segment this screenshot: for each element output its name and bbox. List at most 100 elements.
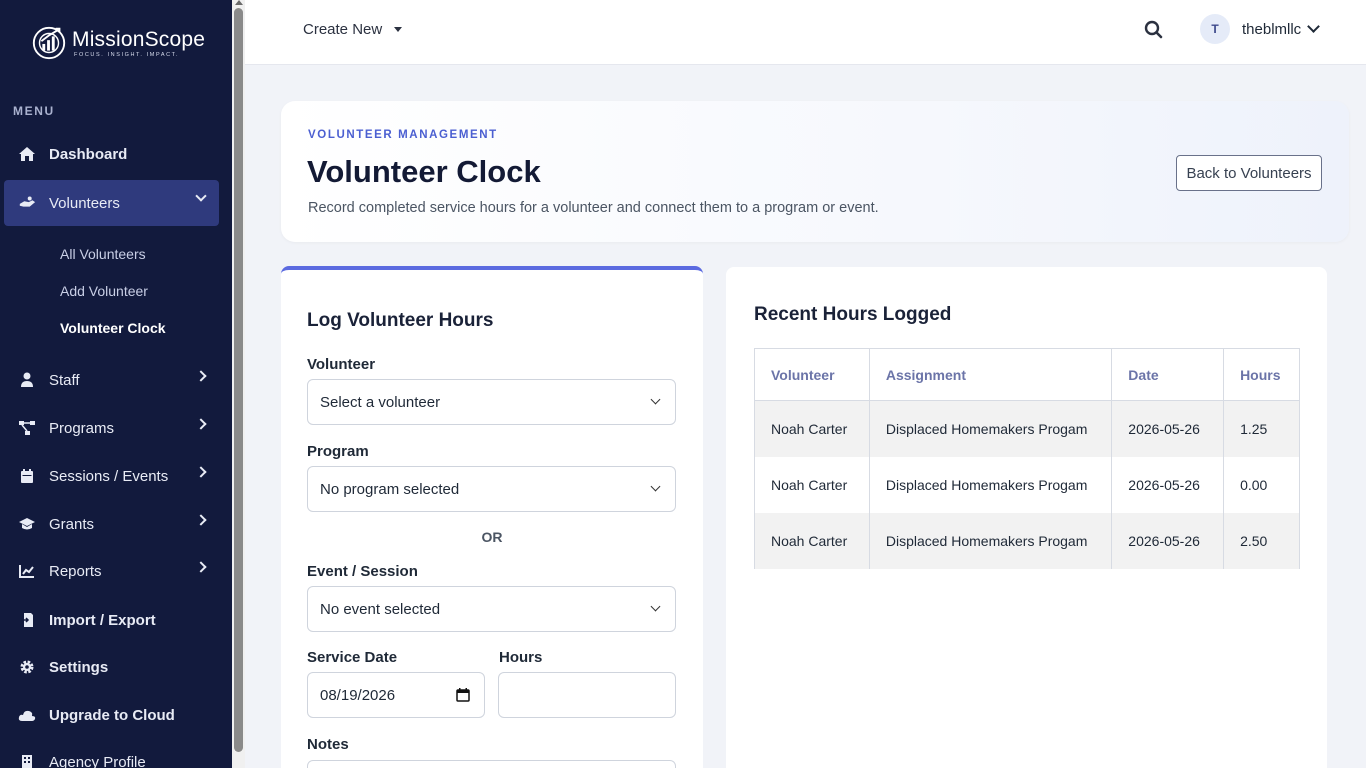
sidebar-item-label: Sessions / Events [49, 467, 169, 485]
import-export-icon [18, 611, 36, 629]
log-hours-form-card: Log Volunteer Hours Volunteer Select a v… [281, 266, 703, 768]
sidebar-item-label: Programs [49, 419, 115, 437]
hours-input[interactable] [498, 672, 676, 718]
hours-label: Hours [499, 649, 543, 666]
volunteer-select[interactable]: Select a volunteer [307, 379, 676, 425]
scroll-up-arrow-icon[interactable] [235, 0, 243, 5]
programs-icon [18, 419, 36, 437]
notes-label: Notes [307, 736, 349, 753]
cell-volunteer: Noah Carter [754, 456, 870, 513]
cell-date: 2026-05-26 [1111, 456, 1225, 513]
sidebar-item-import-export[interactable]: Import / Export [4, 597, 219, 643]
user-icon [18, 371, 36, 389]
scrollbar-thumb[interactable] [234, 8, 243, 752]
sidebar-item-label: Import / Export [49, 611, 156, 629]
column-header-hours[interactable]: Hours [1223, 348, 1300, 401]
cell-assignment: Displaced Homemakers Progam [868, 400, 1113, 457]
program-select[interactable]: No program selected [307, 466, 676, 512]
column-header-volunteer[interactable]: Volunteer [754, 348, 870, 401]
recent-hours-title: Recent Hours Logged [754, 304, 952, 325]
back-to-volunteers-button[interactable]: Back to Volunteers [1176, 155, 1322, 191]
brand-tagline: FOCUS. INSIGHT. IMPACT. [74, 51, 180, 58]
chevron-right-icon [195, 514, 207, 526]
or-divider: OR [481, 529, 503, 545]
chevron-right-icon [195, 561, 207, 573]
graduation-cap-icon [18, 515, 36, 533]
sidebar-item-upgrade-to-cloud[interactable]: Upgrade to Cloud [4, 692, 219, 738]
table-header-row: Volunteer Assignment Date Hours [754, 348, 1300, 401]
page-eyebrow: VOLUNTEER MANAGEMENT [308, 129, 498, 141]
recent-hours-table: Volunteer Assignment Date Hours Noah Car… [754, 348, 1300, 569]
sidebar-item-settings[interactable]: Settings [4, 644, 219, 690]
sidebar-item-label: Settings [49, 658, 109, 676]
username[interactable]: theblmllc [1242, 21, 1301, 38]
chevron-down-icon [650, 481, 661, 492]
calendar-icon [18, 467, 36, 485]
sidebar-item-label: Volunteers [49, 194, 120, 212]
chevron-right-icon [195, 370, 207, 382]
sidebar-subitem-all-volunteers[interactable]: All Volunteers [60, 246, 146, 262]
brand-name: MissionScope [72, 27, 206, 51]
page-subtitle: Record completed service hours for a vol… [308, 200, 879, 216]
volunteer-select-value: Select a volunteer [320, 393, 441, 411]
cloud-icon [18, 706, 36, 724]
sidebar-item-agency-profile[interactable]: Agency Profile [4, 739, 219, 768]
gear-icon [18, 658, 36, 676]
cell-volunteer: Noah Carter [754, 400, 870, 457]
notes-textarea[interactable] [307, 760, 676, 768]
sidebar-item-label: Grants [49, 515, 95, 533]
volunteers-icon [18, 194, 36, 212]
sidebar-item-label: Reports [49, 562, 102, 580]
search-icon[interactable] [1143, 19, 1165, 41]
chart-line-icon [18, 562, 36, 580]
event-select-value: No event selected [320, 600, 441, 618]
sidebar-subitem-add-volunteer[interactable]: Add Volunteer [60, 283, 148, 299]
chevron-down-icon[interactable] [1307, 20, 1320, 33]
cell-date: 2026-05-26 [1111, 512, 1225, 569]
page-header-card: VOLUNTEER MANAGEMENT Volunteer Clock Rec… [281, 101, 1349, 242]
sidebar-item-reports[interactable]: Reports [4, 548, 219, 594]
brand-logo[interactable]: MissionScope FOCUS. INSIGHT. IMPACT. [30, 24, 205, 62]
page-title: Volunteer Clock [307, 154, 541, 189]
event-select[interactable]: No event selected [307, 586, 676, 632]
menu-label: MENU [13, 104, 55, 118]
table-row[interactable]: Noah Carter Displaced Homemakers Progam … [754, 512, 1300, 569]
recent-hours-card: Recent Hours Logged Volunteer Assignment… [726, 267, 1327, 768]
sidebar-scrollbar[interactable] [232, 0, 245, 768]
service-date-input[interactable]: 08/19/2026 [307, 672, 485, 718]
sidebar-item-sessions-events[interactable]: Sessions / Events [4, 453, 219, 499]
calendar-icon[interactable] [456, 688, 470, 702]
volunteer-label: Volunteer [307, 356, 376, 373]
sidebar-item-label: Agency Profile [49, 753, 146, 768]
create-new-dropdown[interactable]: Create New [303, 21, 403, 38]
missionscope-logo-icon [32, 26, 66, 60]
event-label: Event / Session [307, 563, 418, 580]
avatar[interactable]: T [1200, 14, 1230, 44]
cell-assignment: Displaced Homemakers Progam [868, 456, 1113, 513]
sidebar-item-grants[interactable]: Grants [4, 501, 219, 547]
topbar: Create New T theblmllc [245, 0, 1366, 65]
sidebar-item-label: Dashboard [49, 145, 128, 163]
table-row[interactable]: Noah Carter Displaced Homemakers Progam … [754, 400, 1300, 457]
sidebar-item-label: Upgrade to Cloud [49, 706, 175, 724]
sidebar-item-programs[interactable]: Programs [4, 405, 219, 451]
cell-volunteer: Noah Carter [754, 512, 870, 569]
table-row[interactable]: Noah Carter Displaced Homemakers Progam … [754, 456, 1300, 513]
column-header-assignment[interactable]: Assignment [868, 348, 1113, 401]
sidebar-subitem-volunteer-clock[interactable]: Volunteer Clock [60, 320, 166, 336]
column-header-date[interactable]: Date [1111, 348, 1225, 401]
chevron-down-icon [650, 601, 661, 612]
sidebar-item-dashboard[interactable]: Dashboard [4, 131, 219, 177]
caret-down-icon [394, 27, 403, 32]
create-new-label: Create New [303, 21, 383, 38]
sidebar-item-staff[interactable]: Staff [4, 357, 219, 403]
sidebar-item-label: Staff [49, 371, 80, 389]
service-date-label: Service Date [307, 649, 398, 666]
sidebar-item-volunteers[interactable]: Volunteers [4, 180, 219, 226]
cell-hours: 1.25 [1223, 400, 1300, 457]
sidebar: MissionScope FOCUS. INSIGHT. IMPACT. MEN… [0, 0, 232, 768]
cell-assignment: Displaced Homemakers Progam [868, 512, 1113, 569]
chevron-right-icon [195, 418, 207, 430]
program-select-value: No program selected [320, 480, 460, 498]
service-date-value: 08/19/2026 [320, 686, 396, 704]
